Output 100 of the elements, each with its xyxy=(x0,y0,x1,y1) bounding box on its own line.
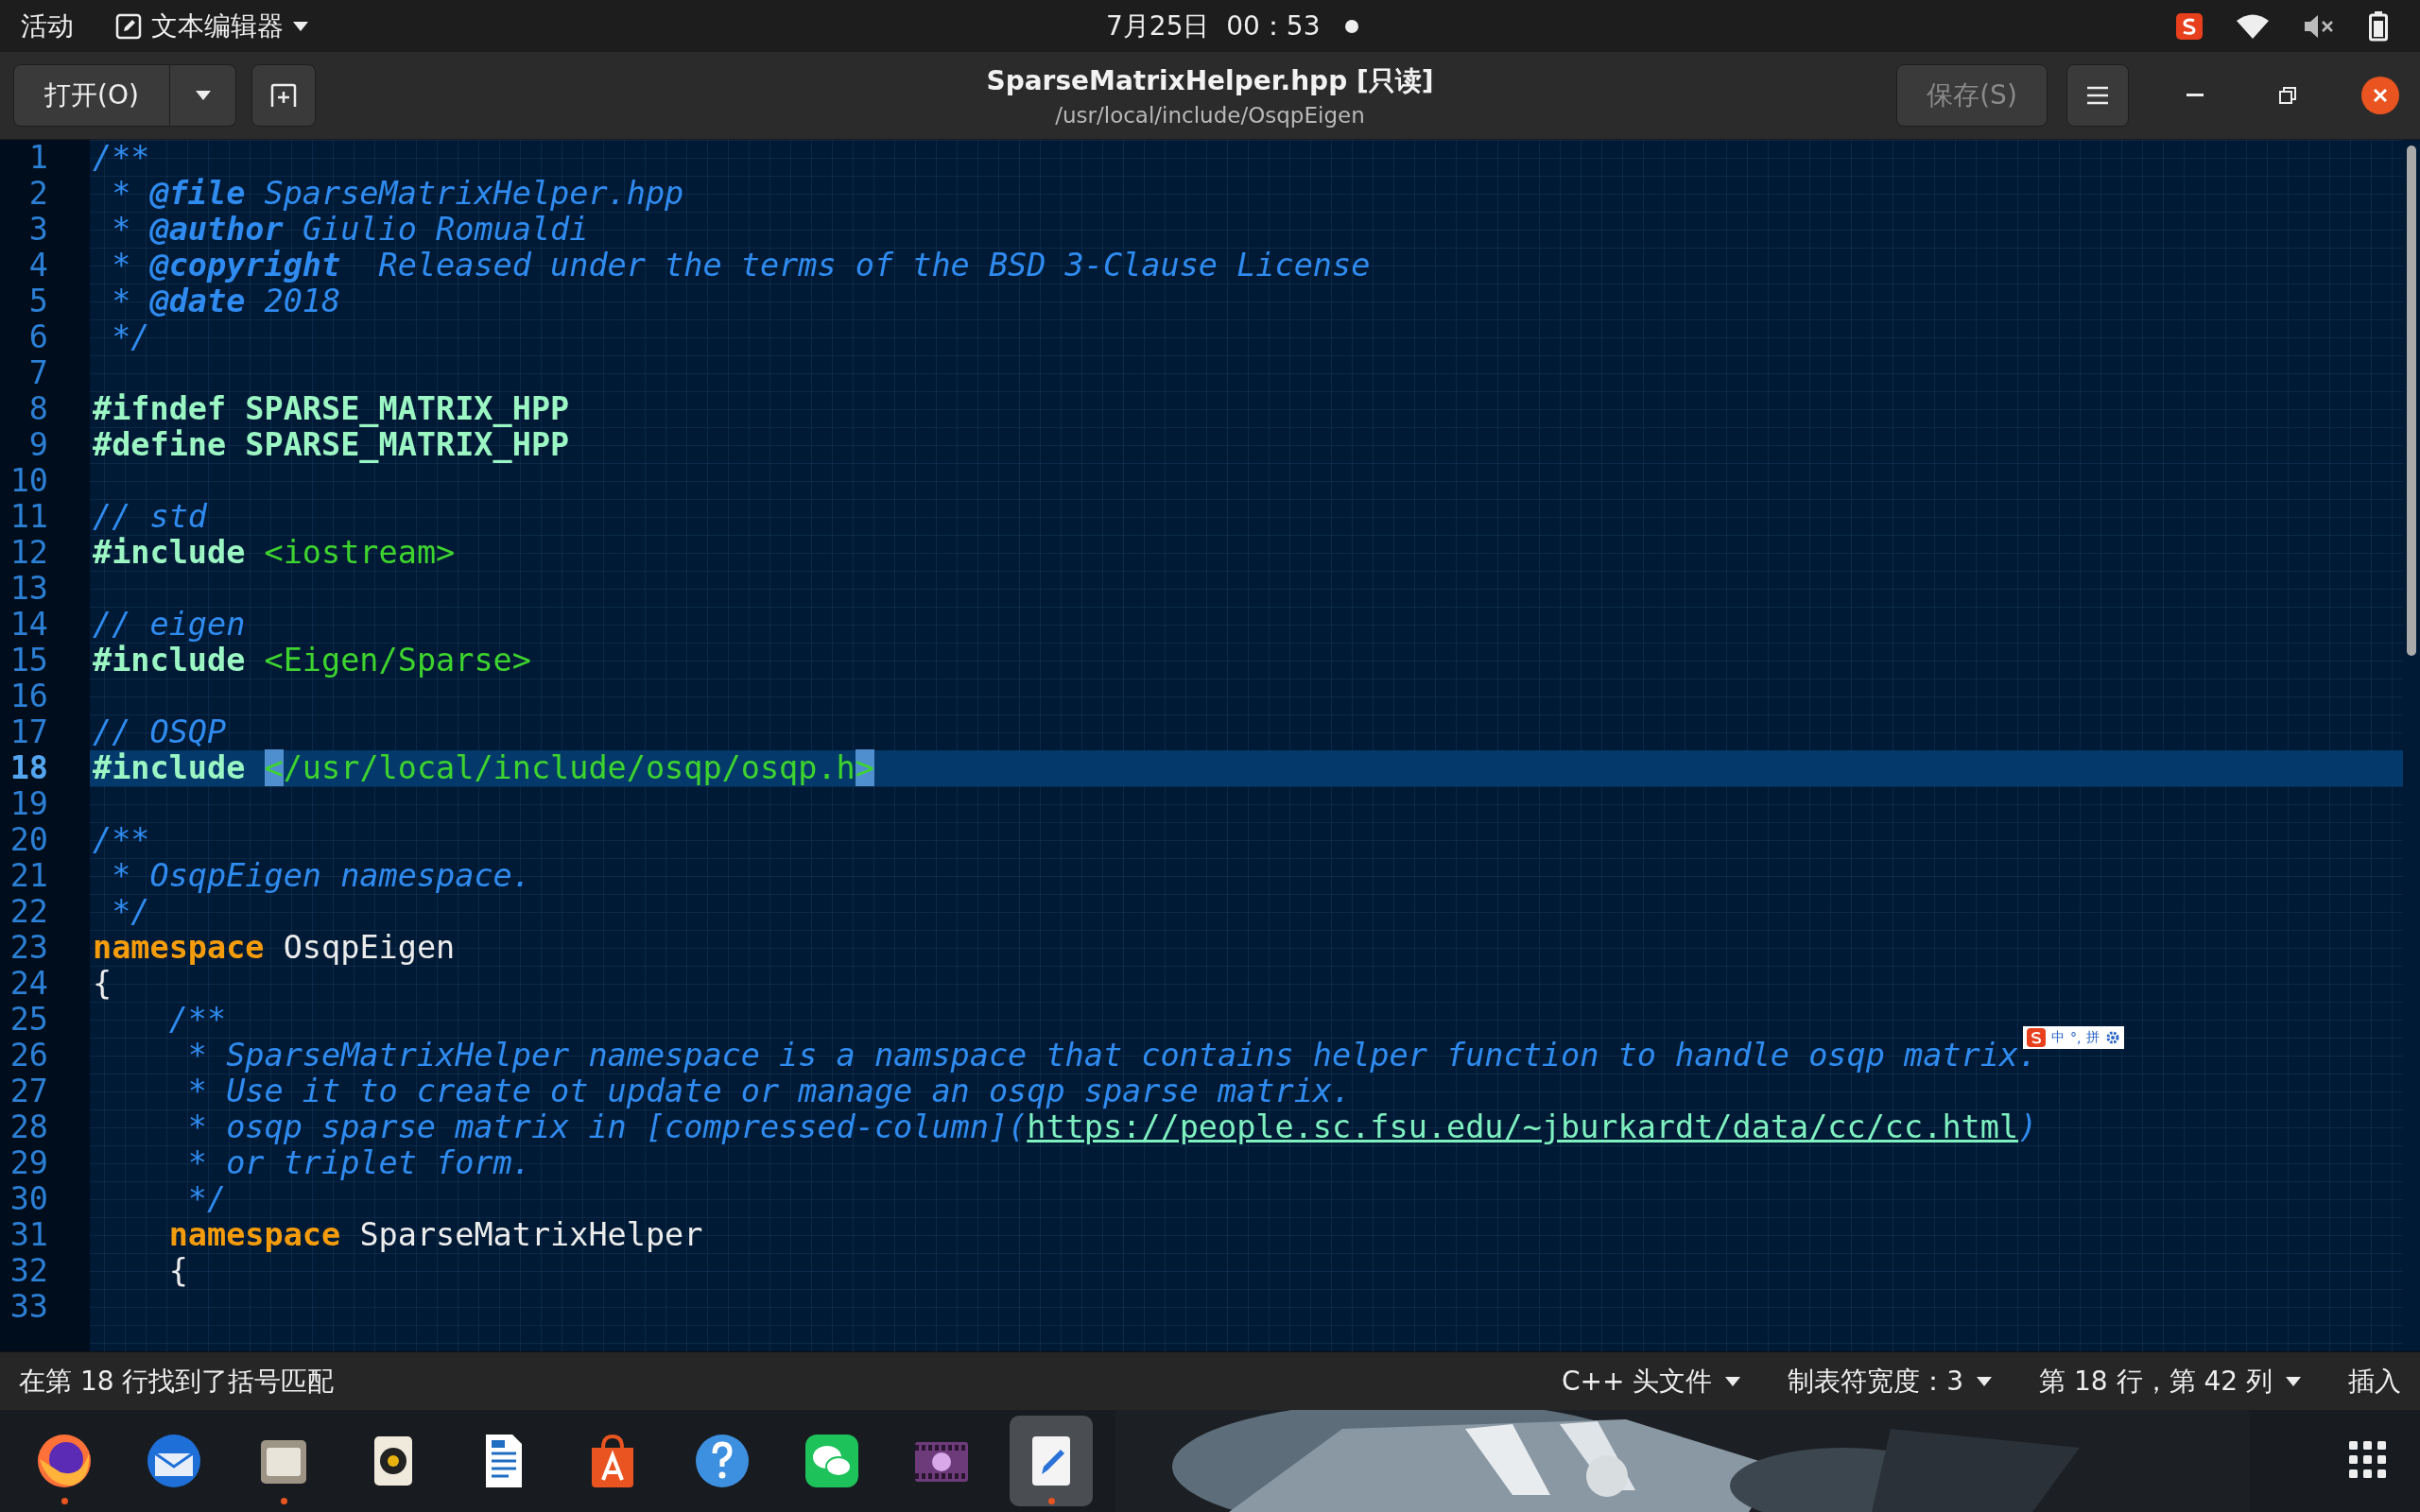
caret-icon xyxy=(293,21,308,31)
preprocessor-directive: #ifndef SPARSE_MATRIX_HPP xyxy=(93,390,570,427)
line-number: 20 xyxy=(9,822,48,858)
running-indicator xyxy=(1048,1498,1055,1504)
volume-muted-icon xyxy=(2303,12,2335,40)
code-comment: SparseMatrixHelper.hpp xyxy=(264,175,684,212)
keyword: namespace xyxy=(93,929,265,966)
line-number: 1 xyxy=(28,140,48,176)
running-indicator xyxy=(281,1498,287,1504)
code-comment: /** xyxy=(168,1001,227,1038)
window-title: SparseMatrixHelper.hpp [只读] xyxy=(986,64,1434,98)
activities-button[interactable]: 活动 xyxy=(21,8,74,44)
notification-dot xyxy=(1344,19,1358,33)
line-number: 28 xyxy=(9,1109,48,1145)
line-number: 19 xyxy=(9,786,48,822)
tab-width-selector[interactable]: 制表符宽度：3 xyxy=(1788,1363,1993,1400)
code-text: OsqpEigen xyxy=(283,929,456,966)
line-number: 17 xyxy=(9,714,48,750)
line-number: 18 xyxy=(9,750,48,786)
line-number: 22 xyxy=(9,894,48,930)
line-number: 12 xyxy=(9,535,48,571)
close-button[interactable] xyxy=(2361,77,2399,114)
insert-mode[interactable]: 插入 xyxy=(2348,1363,2401,1400)
line-number: 25 xyxy=(9,1002,48,1038)
code-comment: // OSQP xyxy=(93,713,227,750)
code-comment: */ xyxy=(112,893,150,930)
close-icon xyxy=(2373,88,2388,103)
preprocessor-directive: #include xyxy=(93,749,246,786)
line-number: 24 xyxy=(9,966,48,1002)
code-comment: /** xyxy=(93,140,150,176)
line-number: 23 xyxy=(9,930,48,966)
preprocessor-directive: #define SPARSE_MATRIX_HPP xyxy=(93,426,570,463)
code-comment: Released under the terms of the BSD 3-Clause License xyxy=(378,247,1371,284)
restore-icon[interactable] xyxy=(2279,87,2296,104)
code-comment: * osqp sparse matrix in [compressed-column]( xyxy=(187,1108,1028,1145)
line-number: 13 xyxy=(9,571,48,607)
minimize-icon[interactable] xyxy=(2187,94,2204,97)
include-path: /usr/local/include/osqp/osqp.h xyxy=(283,749,856,786)
ime-option[interactable]: 拼 xyxy=(2086,1029,2100,1046)
line-number: 16 xyxy=(9,679,48,714)
input-method-icon xyxy=(2176,12,2203,40)
line-number: 14 xyxy=(9,607,48,643)
file-path: /usr/local/include/OsqpEigen xyxy=(1055,103,1365,128)
matched-bracket: > xyxy=(855,749,874,786)
line-number: 6 xyxy=(28,319,48,355)
open-button[interactable]: 打开(O) xyxy=(13,64,170,127)
clock[interactable]: 7月25日 00：53 xyxy=(1106,8,1321,44)
code-comment: */ xyxy=(187,1180,227,1217)
code-text: { xyxy=(168,1252,188,1289)
ime-option[interactable]: °, xyxy=(2070,1030,2082,1045)
code-comment: * xyxy=(112,247,132,284)
language-selector[interactable]: C++ 头文件 xyxy=(1561,1363,1741,1400)
code-comment: ) xyxy=(2018,1108,2038,1145)
include-path: <Eigen/Sparse> xyxy=(264,642,531,679)
ime-option[interactable]: 中 xyxy=(2051,1029,2065,1046)
code-comment: // std xyxy=(93,498,207,535)
code-comment: * OsqpEigen namespace. xyxy=(112,857,531,894)
caret-icon xyxy=(2286,1376,2301,1386)
line-number: 7 xyxy=(28,355,48,391)
line-number: 8 xyxy=(28,391,48,427)
code-comment: * or triplet form. xyxy=(187,1144,531,1181)
code-comment: * SparseMatrixHelper namespace is a namspace that contains helper function to handle osqp matrix. xyxy=(187,1037,2038,1074)
caret-icon xyxy=(1725,1376,1741,1386)
status-message: 在第 18 行找到了括号匹配 xyxy=(19,1364,335,1399)
line-number: 32 xyxy=(9,1253,48,1289)
code-comment: */ xyxy=(112,318,150,355)
line-number: 31 xyxy=(9,1217,48,1253)
doc-tag: @author xyxy=(149,211,284,248)
app-grid-icon[interactable] xyxy=(2349,1440,2386,1478)
preprocessor-directive: #include xyxy=(93,534,246,571)
dock-item[interactable] xyxy=(1010,1416,1093,1506)
preprocessor-directive: #include xyxy=(93,642,246,679)
line-number: 5 xyxy=(28,284,48,319)
code-text: { xyxy=(93,965,112,1002)
cursor-position[interactable]: 第 18 行，第 42 列 xyxy=(2039,1363,2301,1400)
include-path: <iostream> xyxy=(264,534,456,571)
menu-icon xyxy=(2086,86,2109,105)
menu-button[interactable] xyxy=(2066,64,2129,127)
matched-bracket: < xyxy=(264,749,284,786)
line-number: 4 xyxy=(28,248,48,284)
code-comment: * xyxy=(112,175,132,212)
line-number: 15 xyxy=(9,643,48,679)
app-menu[interactable]: 文本编辑器 xyxy=(115,8,308,44)
doc-tag: @copyright xyxy=(149,247,341,284)
line-number: 21 xyxy=(9,858,48,894)
link[interactable]: https://people.sc.fsu.edu/~jburkardt/data/cc/cc.html xyxy=(1027,1108,2019,1145)
new-tab-button[interactable] xyxy=(251,64,316,127)
running-indicator xyxy=(61,1498,68,1504)
battery-icon xyxy=(2369,10,2388,42)
scrollbar-thumb[interactable] xyxy=(2407,146,2416,656)
line-number: 2 xyxy=(28,176,48,212)
line-number: 27 xyxy=(9,1074,48,1109)
doc-tag: @file xyxy=(149,175,246,212)
code-comment: // eigen xyxy=(93,606,246,643)
caret-icon xyxy=(1977,1376,1993,1386)
caret-icon xyxy=(195,91,211,100)
line-number: 26 xyxy=(9,1038,48,1074)
line-number: 9 xyxy=(28,427,48,463)
code-comment: Giulio Romualdi xyxy=(302,211,589,248)
code-comment: /** xyxy=(93,821,150,858)
